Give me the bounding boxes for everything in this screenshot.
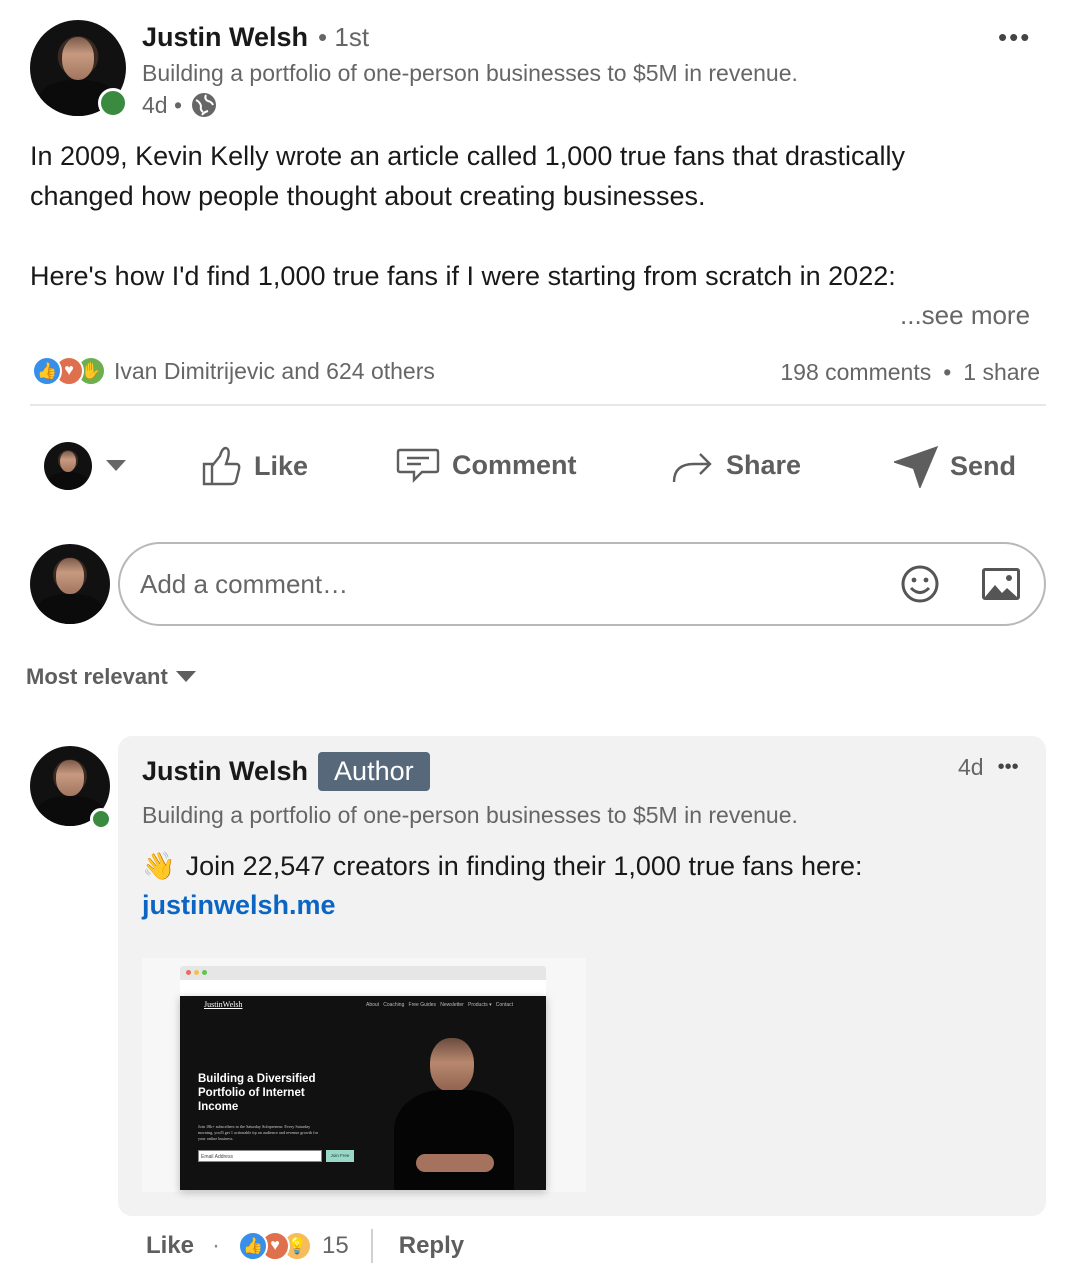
post-author-headline: Building a portfolio of one-person busin…	[142, 60, 798, 86]
website-screenshot: JustinWelsh About Coaching Free Guides N…	[180, 996, 546, 1190]
connection-degree: • 1st	[318, 22, 370, 52]
post-author-name[interactable]: Justin Welsh	[142, 22, 308, 53]
post-age: 4d •	[142, 91, 183, 118]
comment-author-name[interactable]: Justin Welsh	[142, 756, 308, 787]
composer-avatar	[30, 544, 110, 624]
sort-label: Most relevant	[26, 664, 168, 689]
actor-avatar	[44, 442, 92, 490]
online-status-indicator	[98, 88, 128, 118]
site-email-placeholder: Email Address	[201, 1154, 233, 1160]
reactions-summary[interactable]: 👍 ♥ ✋ Ivan Dimitrijevic and 624 others	[32, 356, 435, 386]
comment-button[interactable]: Comment	[396, 444, 577, 486]
comment-text: Join 22,547 creators in finding their 1,…	[185, 851, 863, 881]
comment-overflow-menu[interactable]: •••	[998, 756, 1019, 779]
author-badge: Author	[318, 752, 430, 791]
reactions-text: Ivan Dimitrijevic and 624 others	[114, 357, 435, 384]
avatar-face	[56, 760, 84, 796]
post-body: In 2009, Kevin Kelly wrote an article ca…	[30, 136, 1040, 296]
online-status-indicator	[90, 808, 112, 830]
site-hero-heading: Building a Diversified Portfolio of Inte…	[198, 1072, 316, 1114]
site-email-field: Email Address	[198, 1150, 322, 1162]
comment-reply-button[interactable]: Reply	[399, 1232, 464, 1260]
post-overflow-menu[interactable]: •••	[998, 22, 1031, 53]
comment-text-row: 👋 Join 22,547 creators in finding their …	[142, 846, 863, 886]
like-reaction-icon: 👍	[238, 1231, 269, 1261]
comment-actions-divider	[370, 1229, 373, 1263]
share-button[interactable]: Share	[670, 444, 801, 486]
sort-dropdown[interactable]: Most relevant	[26, 664, 196, 690]
send-label: Send	[950, 450, 1017, 481]
site-nav: About Coaching Free Guides Newsletter Pr…	[366, 1002, 514, 1008]
post-meta: 4d •	[142, 91, 218, 119]
post-paragraph-1-line-2: changed how people thought about creatin…	[30, 181, 706, 211]
like-reaction-icon: 👍	[32, 356, 62, 386]
post-paragraph-2: Here's how I'd find 1,000 true fans if I…	[30, 261, 896, 291]
avatar-face	[61, 37, 95, 80]
share-label: Share	[726, 449, 802, 480]
avatar-shirt	[48, 471, 88, 490]
emoji-icon[interactable]	[900, 564, 940, 604]
avatar-shirt	[38, 593, 102, 624]
avatar-face	[56, 558, 84, 594]
comment-link[interactable]: justinwelsh.me	[142, 890, 336, 921]
caret-down-icon	[106, 460, 126, 471]
site-cta-label: Join Free	[330, 1153, 350, 1158]
image-icon[interactable]	[980, 566, 1022, 602]
post-author-row: Justin Welsh • 1st	[142, 22, 369, 53]
comment-author-row: Justin Welsh Author	[142, 752, 430, 791]
comment-actions: Like · 👍 ♥ 💡 15 Reply	[146, 1226, 464, 1266]
comment-like-button[interactable]: Like	[146, 1232, 194, 1260]
count-separator: •	[943, 359, 952, 385]
shares-count[interactable]: 1 share	[963, 359, 1040, 386]
comments-count[interactable]: 198 comments	[780, 359, 931, 386]
comment-actions-separator: ·	[212, 1232, 221, 1259]
site-sub-line-3: your online business.	[198, 1136, 234, 1141]
actor-switcher[interactable]	[44, 442, 126, 490]
thumbs-up-icon	[202, 446, 241, 486]
engagement-counts: 198 comments • 1 share	[780, 359, 1040, 386]
post-paragraph-1-line-1: In 2009, Kevin Kelly wrote an article ca…	[30, 141, 905, 171]
caret-down-icon	[175, 671, 196, 682]
site-hero-line-2: Portfolio of Internet	[198, 1087, 305, 1099]
site-cta-button: Join Free	[326, 1150, 354, 1162]
site-hero-line-3: Income	[198, 1101, 239, 1113]
see-more-link[interactable]: ...see more	[900, 300, 1030, 331]
comment-meta: 4d •••	[958, 754, 1019, 781]
site-hero-subtext: Join 18k+ subscribers to the Saturday So…	[198, 1124, 318, 1142]
send-button[interactable]: Send	[894, 444, 1016, 488]
site-hero-photo	[394, 1036, 514, 1190]
browser-chrome	[180, 966, 546, 980]
browser-address-bar	[180, 980, 546, 996]
post-divider	[30, 404, 1046, 406]
link-preview-image[interactable]: JustinWelsh About Coaching Free Guides N…	[142, 958, 586, 1192]
waving-hand-emoji: 👋	[142, 851, 176, 881]
comment-age: 4d	[958, 754, 984, 780]
comment-input[interactable]: Add a comment…	[118, 542, 1046, 626]
comment-label: Comment	[452, 449, 577, 480]
share-icon	[672, 453, 712, 483]
comment-reaction-count[interactable]: 15	[322, 1232, 349, 1260]
avatar-face	[59, 450, 77, 472]
comment-input-placeholder: Add a comment…	[140, 568, 349, 599]
site-hero-line-1: Building a Diversified	[198, 1073, 316, 1085]
like-button[interactable]: Like	[200, 444, 308, 488]
comment-author-headline: Building a portfolio of one-person busin…	[142, 802, 798, 828]
comment-icon	[396, 448, 440, 483]
globe-icon	[192, 93, 217, 117]
site-brand: JustinWelsh	[204, 1000, 243, 1009]
send-icon	[894, 446, 938, 488]
like-label: Like	[254, 450, 309, 481]
